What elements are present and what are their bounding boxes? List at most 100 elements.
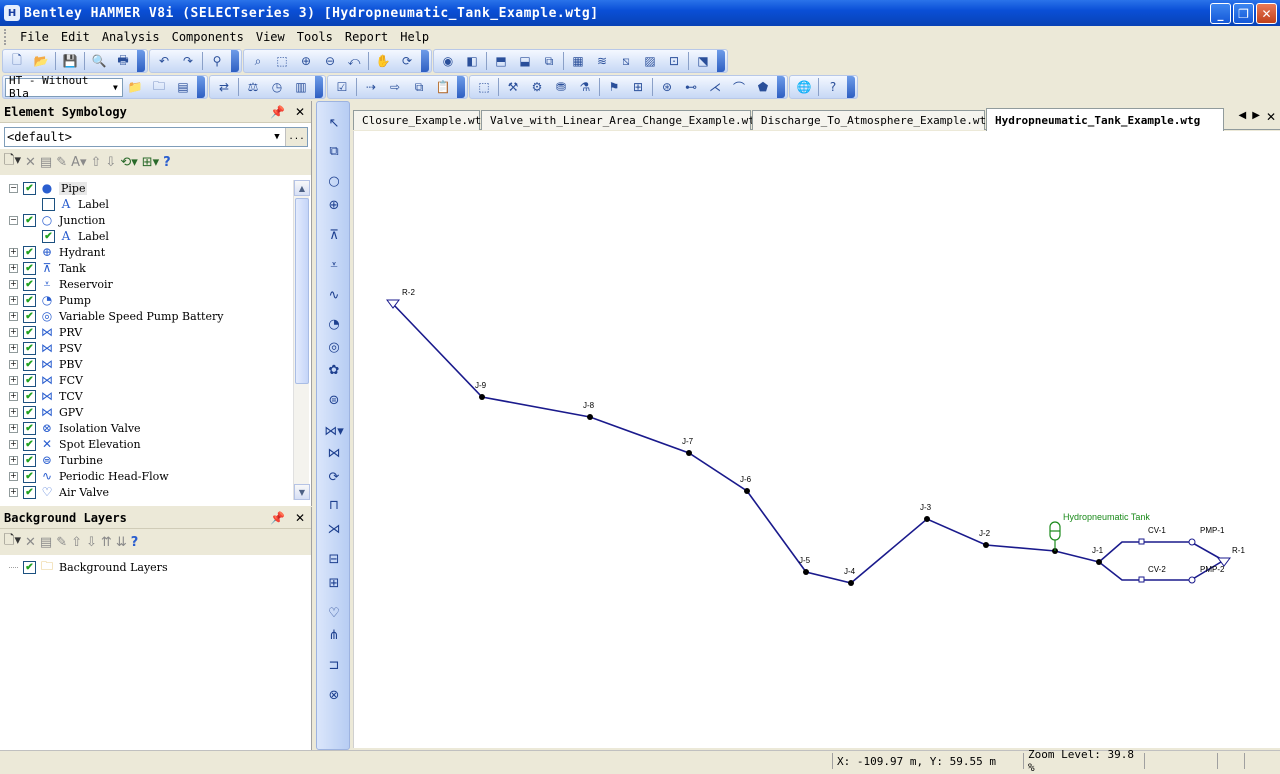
scroll-thumb[interactable] [295, 198, 309, 384]
app-icon[interactable]: H [4, 5, 20, 21]
delete-icon[interactable]: ✕ [25, 155, 36, 170]
air-valve-tool-icon[interactable]: ♡ [325, 604, 343, 622]
scroll-down-icon[interactable]: ▼ [294, 484, 310, 500]
export-icon[interactable]: ⇨ [385, 77, 405, 97]
symbology-checkbox[interactable]: ✔ [23, 437, 36, 451]
scroll-up-icon[interactable]: ▲ [294, 180, 310, 196]
delete-icon[interactable]: ✕ [25, 535, 36, 550]
graph-icon[interactable]: ⧅ [616, 51, 636, 71]
menu-grip[interactable] [4, 29, 8, 45]
symbology-tree-row[interactable]: − ✔ ○ Junction [4, 212, 292, 228]
menu-tools[interactable]: Tools [291, 30, 339, 44]
expand-icon[interactable]: + [9, 263, 18, 273]
edit-icon[interactable]: ✎ [56, 535, 67, 550]
select-icon[interactable]: ⬚ [474, 77, 494, 97]
expand-icon[interactable]: + [9, 455, 18, 465]
new-icon[interactable]: 🗋 [7, 51, 27, 71]
symbology-checkbox[interactable]: ✔ [23, 389, 36, 403]
expand-icon[interactable]: + [9, 375, 18, 385]
orifice-tool-icon[interactable]: ⋊ [325, 520, 343, 538]
junction-node[interactable] [803, 569, 809, 575]
expand-icon[interactable]: + [9, 359, 18, 369]
move-down-icon[interactable]: ⇩ [86, 535, 97, 550]
zoom-previous-icon[interactable]: ⤺ [344, 51, 364, 71]
tab-closure-example[interactable]: Closure_Example.wtg [353, 110, 488, 130]
symbology-tree-row[interactable]: + ✔ ◔ Pump [4, 292, 292, 308]
open-icon[interactable]: 📂 [31, 51, 51, 71]
background-layers-row[interactable]: ✔ 🗀 Background Layers [4, 559, 311, 575]
aerial-view-icon[interactable]: ⊡ [664, 51, 684, 71]
symbology-checkbox[interactable]: ✔ [23, 261, 36, 275]
chevron-down-icon[interactable]: ▼ [109, 79, 122, 96]
symbology-checkbox[interactable]: ✔ [23, 341, 36, 355]
help-icon[interactable]: ? [163, 155, 171, 170]
zoom-window-icon[interactable]: ⬚ [272, 51, 292, 71]
symbology-tree-row[interactable]: + ✔ ∿ Periodic Head-Flow [4, 468, 292, 484]
symbology-checkbox[interactable]: ✔ [23, 485, 36, 499]
symbology-tree-row[interactable]: + ✔ ⊕ Hydrant [4, 244, 292, 260]
pump-pmp1-icon[interactable] [1188, 538, 1196, 546]
print-preview-icon[interactable]: 🔍 [89, 51, 109, 71]
scenarios-icon[interactable]: 📁 [125, 77, 145, 97]
tank-tool-icon[interactable]: ⊼ [325, 226, 343, 244]
curve-icon[interactable]: ⌒ [729, 77, 749, 97]
spot-elevation-tool-icon[interactable]: ⊐ [325, 656, 343, 674]
symbology-tree-row[interactable]: + ✔ ⊼ Tank [4, 260, 292, 276]
compute-icon[interactable]: ⚖ [243, 77, 263, 97]
help-icon[interactable]: ? [131, 535, 139, 550]
symbology-checkbox[interactable]: ✔ [23, 421, 36, 435]
expand-icon[interactable]: + [9, 311, 18, 321]
junction-node[interactable] [744, 488, 750, 494]
expand-icon[interactable]: + [9, 391, 18, 401]
pump-branch-upper[interactable] [1098, 541, 1222, 563]
user-notifications-icon[interactable]: ☑ [332, 77, 352, 97]
collapse-icon[interactable]: − [9, 183, 18, 193]
periodic-head-tool-icon[interactable]: ∿ [325, 286, 343, 304]
import-icon[interactable]: ⇢ [361, 77, 381, 97]
expand-icon[interactable]: + [9, 471, 18, 481]
tank-builder-icon[interactable]: ⛃ [551, 77, 571, 97]
validate-icon[interactable]: ⇄ [214, 77, 234, 97]
check-valve-cv1-icon[interactable] [1138, 538, 1145, 545]
select-polygon-icon[interactable]: ⬓ [515, 51, 535, 71]
refresh-icon[interactable]: ⟲▾ [120, 155, 137, 170]
drawing-canvas[interactable]: R-2 J-9 J-8 J-7 J-6 J-5 J-4 J-3 J-2 J-1 … [353, 131, 1280, 748]
symbology-tree-row[interactable]: + ✔ ⋈ FCV [4, 372, 292, 388]
rename-icon[interactable]: ▤ [40, 535, 52, 550]
chevron-down-icon[interactable]: ▼ [269, 128, 285, 146]
junction-node[interactable] [983, 542, 989, 548]
menu-report[interactable]: Report [339, 30, 394, 44]
valve-tool-icon[interactable]: ⋈▾ [321, 422, 347, 440]
junction-node[interactable] [848, 580, 854, 586]
expand-all-icon[interactable]: ⇈ [101, 535, 112, 550]
main-pipe[interactable] [392, 303, 1100, 584]
expand-icon[interactable]: + [9, 327, 18, 337]
zoom-in-icon[interactable]: ⊕ [296, 51, 316, 71]
zoom-out-icon[interactable]: ⊖ [320, 51, 340, 71]
tab-discharge-to-atmosphere[interactable]: Discharge_To_Atmosphere_Example.wtg [752, 110, 993, 130]
save-icon[interactable]: 💾 [60, 51, 80, 71]
expand-icon[interactable]: + [9, 295, 18, 305]
move-up-icon[interactable]: ⇧ [91, 155, 102, 170]
find-icon[interactable]: ⚲ [207, 51, 227, 71]
help-icon[interactable]: ? [823, 77, 843, 97]
symbology-checkbox[interactable]: ✔ [23, 453, 36, 467]
move-up-icon[interactable]: ⇧ [71, 535, 82, 550]
time-browser-icon[interactable]: ◷ [267, 77, 287, 97]
paste-icon[interactable]: 📋 [433, 77, 453, 97]
model-builder-icon[interactable]: ⚑ [604, 77, 624, 97]
skelebrator-icon[interactable]: ⚗ [575, 77, 595, 97]
collapse-icon[interactable]: − [9, 215, 18, 225]
symbology-tree-row[interactable]: + ✔ ⩡ Reservoir [4, 276, 292, 292]
surge-tank-tool-icon[interactable]: ⟳ [325, 468, 343, 486]
pin-icon[interactable]: 📌 [270, 511, 285, 525]
turbine-tool-icon[interactable]: ⊜ [325, 391, 343, 409]
isolation-valve-tool-icon[interactable]: ⊗ [325, 686, 343, 704]
refresh-icon[interactable]: ⟳ [397, 51, 417, 71]
symbology-checkbox[interactable]: ✔ [23, 373, 36, 387]
expand-icon[interactable]: + [9, 407, 18, 417]
symbology-scrollbar[interactable]: ▲ ▼ [293, 180, 310, 500]
collapse-all-icon[interactable]: ⇊ [116, 535, 127, 550]
menu-help[interactable]: Help [394, 30, 435, 44]
reservoir-r2-icon[interactable] [386, 299, 400, 309]
